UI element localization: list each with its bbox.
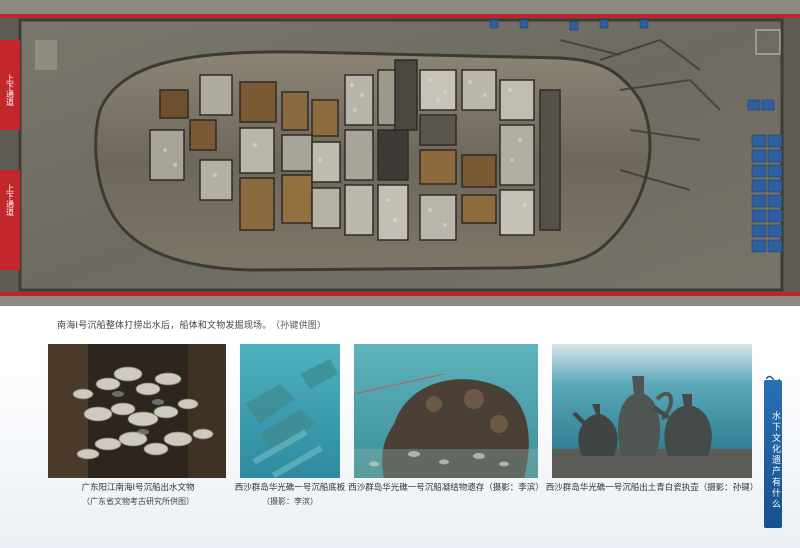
- photo2-caption-text: 西沙群岛华光礁一号沉船底板: [234, 483, 346, 493]
- main-photo-caption: 南海Ⅰ号沉船整体打捞出水后，船体和文物发掘现场。 （孙键供图）: [57, 318, 326, 331]
- section-side-tab: 水下文化遗产有什么: [764, 380, 782, 528]
- excavation-aerial-photo: 上下通道 上下通道: [0, 0, 800, 306]
- photo1-caption-credit: （广东省文物考古研究所供图）: [82, 497, 194, 506]
- porcelain-artifacts-photo: [48, 344, 226, 478]
- photo4-caption-text: 西沙群岛华光礁一号沉船出土青白瓷执壶（摄影：孙键）: [545, 483, 759, 493]
- concretion-remains-photo: [354, 344, 538, 478]
- photo2-caption-credit: （摄影：李滨）: [262, 497, 318, 506]
- photo2-caption: 西沙群岛华光礁一号沉船底板 （摄影：李滨）: [230, 482, 350, 508]
- photo1-caption: 广东阳江南海Ⅰ号沉船出水文物 （广东省文物考古研究所供图）: [40, 482, 236, 508]
- sign-upper: 上下通道: [6, 74, 15, 107]
- photo1-caption-text: 广东阳江南海Ⅰ号沉船出水文物: [81, 483, 195, 493]
- main-caption-text: 南海Ⅰ号沉船整体打捞出水后，船体和文物发掘现场。: [57, 321, 272, 331]
- main-caption-credit: （孙键供图）: [275, 321, 327, 331]
- ship-floorboards-photo: [240, 344, 340, 478]
- photo3-caption: 西沙群岛华光礁一号沉船凝结物遗存（摄影：李滨）: [344, 482, 548, 495]
- celadon-ewers-photo: [552, 344, 752, 478]
- photo3-caption-text: 西沙群岛华光礁一号沉船凝结物遗存（摄影：李滨）: [348, 483, 544, 493]
- photo4-caption: 西沙群岛华光礁一号沉船出土青白瓷执壶（摄影：孙键）: [540, 482, 764, 495]
- sign-lower: 上下通道: [6, 184, 15, 217]
- side-tab-label: 水下文化遗产有什么: [770, 410, 780, 510]
